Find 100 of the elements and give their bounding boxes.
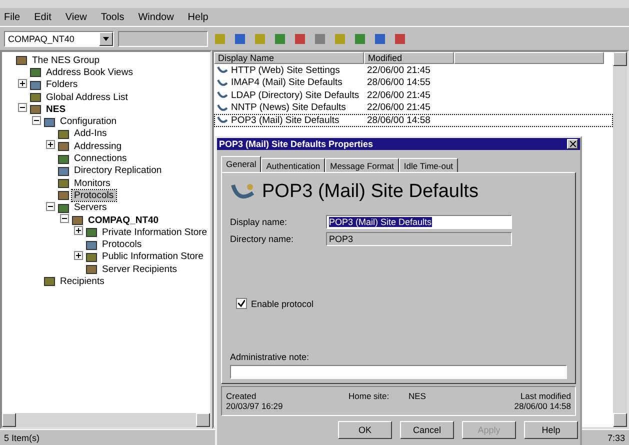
tool-icon xyxy=(394,32,406,44)
tab[interactable]: General xyxy=(221,156,262,172)
plug-icon xyxy=(217,78,228,88)
tree-item[interactable]: Add-Ins xyxy=(72,128,109,140)
folder-icon xyxy=(58,190,69,200)
tool-icon xyxy=(254,32,266,44)
tree-item[interactable]: Global Address List xyxy=(44,92,130,103)
dialog-title-bar: POP3 (Mail) Site Defaults Properties xyxy=(217,138,580,150)
checkbox[interactable] xyxy=(236,298,247,309)
tool-icon xyxy=(294,32,306,44)
folder-icon xyxy=(86,227,97,238)
folder-icon xyxy=(30,104,41,114)
note-field[interactable] xyxy=(230,365,567,379)
list-row[interactable]: NNTP (News) Site Defaults 22/06/00 21:45 xyxy=(214,102,613,114)
tab[interactable]: Message Format xyxy=(325,158,399,172)
plug-icon xyxy=(217,90,228,100)
menu-item[interactable]: Tools xyxy=(100,12,124,22)
column-header[interactable]: Display Name xyxy=(214,52,364,64)
close-button[interactable] xyxy=(567,139,578,149)
tree-item[interactable]: Address Book Views xyxy=(44,66,135,78)
column-header[interactable]: Modified xyxy=(364,52,454,64)
tool-icon xyxy=(334,32,346,44)
text-field[interactable]: POP3 (Mail) Site Defaults xyxy=(326,215,512,229)
vertical-scrollbar[interactable] xyxy=(613,52,627,427)
address-field[interactable] xyxy=(118,30,208,46)
folder-icon xyxy=(44,276,55,286)
horizontal-scrollbar[interactable] xyxy=(2,413,210,427)
collapse-icon[interactable] xyxy=(18,103,27,112)
tool-icon xyxy=(274,32,286,44)
folder-icon xyxy=(86,252,97,262)
modified-date: 28/06/00 14:58 xyxy=(513,401,571,411)
column-header[interactable] xyxy=(454,52,604,64)
collapse-icon[interactable] xyxy=(60,214,69,223)
server-dropdown[interactable]: COMPAQ_NT40 xyxy=(4,30,114,46)
tree-item[interactable]: Folders xyxy=(44,79,80,90)
folder-icon xyxy=(86,264,97,274)
tool-icon xyxy=(314,32,326,44)
folder-icon xyxy=(58,166,69,176)
list-row[interactable]: LDAP (Directory) Site Defaults 22/06/00 21:45 xyxy=(214,89,613,102)
field-label: Directory name: xyxy=(230,234,295,244)
home-site-label: Home site: xyxy=(348,391,390,401)
folder-icon xyxy=(86,240,97,250)
dialog-button[interactable]: Help xyxy=(524,421,578,439)
tool-icon xyxy=(374,32,386,44)
modified-label: Last modified xyxy=(519,391,571,401)
created-label: Created xyxy=(226,391,258,401)
tree-item[interactable]: The NES Group xyxy=(30,54,102,66)
list-row[interactable]: IMAP4 (Mail) Site Defaults 28/06/00 14:55 xyxy=(214,76,613,89)
folder-icon xyxy=(58,141,69,152)
caret-icon xyxy=(103,36,109,40)
check-icon xyxy=(238,300,245,307)
folder-icon xyxy=(58,154,69,164)
tree-item[interactable]: Recipients xyxy=(58,276,106,287)
list-row[interactable]: HTTP (Web) Site Settings 22/06/00 21:45 xyxy=(214,64,613,76)
field-label: Display name: xyxy=(230,217,288,227)
dialog-button[interactable]: OK xyxy=(338,421,392,439)
menu-item[interactable]: Edit xyxy=(34,12,52,22)
heading: POP3 (Mail) Site Defaults xyxy=(262,181,478,203)
tree-item[interactable]: Addressing xyxy=(72,140,124,152)
checkbox-label: Enable protocol xyxy=(251,298,314,308)
expand-icon[interactable] xyxy=(74,250,83,260)
tree-item[interactable]: Protocols xyxy=(100,239,144,250)
collapse-icon[interactable] xyxy=(32,116,41,125)
tree-item[interactable]: Public Information Store xyxy=(100,251,206,262)
list-row[interactable]: POP3 (Mail) Site Defaults 28/06/00 14:58 xyxy=(214,114,613,126)
tab[interactable]: Authentication xyxy=(261,158,326,172)
created-date: 20/03/97 16:29 xyxy=(226,401,284,411)
tool-icon xyxy=(354,32,366,44)
tree-item[interactable]: Directory Replication xyxy=(72,165,164,176)
folder-icon xyxy=(58,128,69,139)
expand-icon[interactable] xyxy=(46,140,55,150)
menu-item[interactable]: File xyxy=(4,12,20,22)
expand-icon[interactable] xyxy=(74,226,83,236)
dialog-button[interactable]: Cancel xyxy=(400,421,454,439)
tree-item[interactable]: Configuration xyxy=(58,116,119,128)
status-text: 5 Item(s) xyxy=(4,432,40,442)
menu-item[interactable]: Help xyxy=(188,12,208,22)
tab[interactable]: Idle Time-out xyxy=(398,158,458,172)
tree-item[interactable]: Protocols xyxy=(72,190,116,201)
expand-icon[interactable] xyxy=(18,78,27,88)
plug-icon xyxy=(217,65,228,76)
tree-item[interactable]: Servers xyxy=(72,202,109,214)
menu-item[interactable]: Window xyxy=(138,12,174,22)
field-label: Administrative note: xyxy=(230,352,310,362)
folder-icon xyxy=(44,116,55,127)
tree-item[interactable]: Monitors xyxy=(72,178,112,189)
tree-item[interactable]: Private Information Store xyxy=(100,226,210,238)
menu-item[interactable]: View xyxy=(65,12,87,22)
clock-text: 7:33 xyxy=(607,432,625,442)
collapse-icon[interactable] xyxy=(46,202,55,211)
tool-icon xyxy=(234,32,246,44)
tree-item[interactable]: NES xyxy=(44,104,68,115)
tree-item[interactable]: Connections xyxy=(72,153,129,164)
folder-icon xyxy=(30,80,41,90)
tree-item[interactable]: COMPAQ_NT40 xyxy=(86,214,161,226)
folder-icon xyxy=(30,67,41,78)
tree-item[interactable]: Server Recipients xyxy=(100,264,179,275)
folder-icon xyxy=(30,92,41,102)
folder-icon xyxy=(16,55,27,66)
home-site-value: NES xyxy=(408,391,427,401)
